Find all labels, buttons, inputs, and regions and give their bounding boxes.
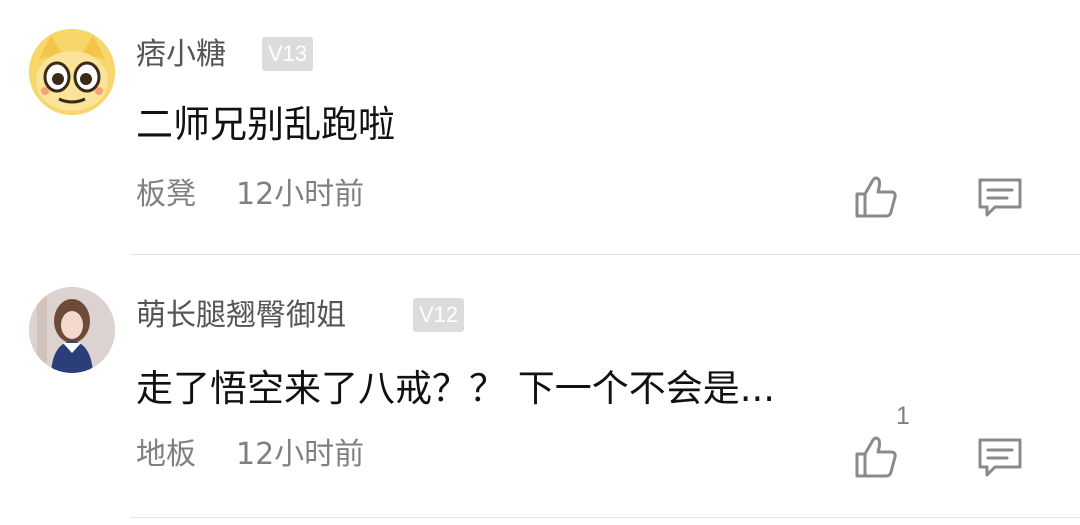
avatar[interactable] [29,287,115,373]
floor-label: 地板 [136,437,196,472]
thumbs-up-icon [855,436,897,478]
comment-item: 萌长腿翘臀御姐 V12 走了悟空来了八戒？？ 下一个不会是... 地板 12小时前… [0,256,1080,518]
timestamp: 12小时前 [236,437,365,472]
username[interactable]: 痞小糖 [136,37,226,73]
photo-avatar-icon [29,287,115,373]
thumbs-up-icon [855,176,897,218]
level-badge: V13 [262,37,314,71]
cartoon-face-icon [29,29,115,115]
like-button[interactable] [851,432,901,482]
avatar[interactable] [29,29,115,115]
comment-text: 走了悟空来了八戒？？ 下一个不会是... [136,367,776,410]
comment-text: 二师兄别乱跑啦 [136,103,395,146]
level-badge: V12 [413,298,465,332]
comment-bubble-icon [978,438,1022,477]
reply-button[interactable] [975,172,1025,222]
reply-button[interactable] [975,432,1025,482]
comment-bubble-icon [978,178,1022,217]
username[interactable]: 萌长腿翘臀御姐 [136,298,346,334]
floor-label: 板凳 [136,177,196,212]
like-count: 1 [896,402,910,430]
comment-meta: 地板 12小时前 [136,437,364,473]
like-button[interactable] [851,172,901,222]
comment-meta: 板凳 12小时前 [136,177,364,213]
timestamp: 12小时前 [236,177,365,212]
divider [130,254,1080,255]
divider [130,517,1080,518]
comment-item: 痞小糖 V13 二师兄别乱跑啦 板凳 12小时前 [0,0,1080,254]
